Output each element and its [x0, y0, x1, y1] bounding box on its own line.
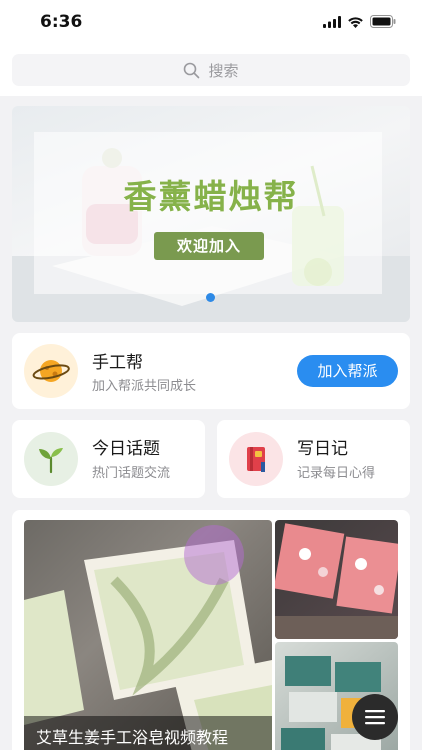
- carousel-dot-active[interactable]: [206, 293, 215, 302]
- group-subtitle: 加入帮派共同成长: [92, 379, 197, 394]
- gallery-section: 艾草生姜手工浴皂视频教程: [12, 510, 410, 750]
- group-card[interactable]: 手工帮 加入帮派共同成长 加入帮派: [12, 333, 410, 409]
- join-group-button[interactable]: 加入帮派: [297, 355, 398, 387]
- group-name: 手工帮: [92, 353, 143, 373]
- notebook-icon: [229, 432, 283, 486]
- gallery-item-2[interactable]: [275, 520, 398, 639]
- floral-soap-photo: [275, 523, 398, 639]
- signal-icon: [323, 15, 341, 28]
- wifi-icon: [348, 16, 363, 28]
- search-placeholder: 搜索: [208, 61, 239, 80]
- diary-subtitle: 记录每日心得: [297, 466, 376, 481]
- topic-card[interactable]: 今日话题 热门话题交流: [12, 420, 205, 498]
- topic-title: 今日话题: [92, 439, 160, 459]
- sprout-icon: [24, 432, 78, 486]
- status-time: 6:36: [40, 12, 83, 32]
- status-icons: [323, 15, 396, 28]
- search-icon: [184, 62, 200, 78]
- planet-icon: [24, 344, 78, 398]
- gallery-caption: 艾草生姜手工浴皂视频教程: [24, 716, 272, 750]
- banner-title: 香薰蜡烛帮: [123, 177, 299, 216]
- diary-title: 写日记: [297, 439, 348, 459]
- header: 搜索: [0, 46, 422, 96]
- banner-join-button[interactable]: 欢迎加入: [154, 232, 264, 260]
- battery-icon: [370, 15, 396, 28]
- hamburger-menu-icon: [365, 710, 385, 725]
- banner-carousel[interactable]: 香薰蜡烛帮 欢迎加入: [12, 106, 410, 322]
- search-bar[interactable]: 搜索: [12, 54, 410, 86]
- menu-fab-button[interactable]: [352, 694, 398, 740]
- diary-card[interactable]: 写日记 记录每日心得: [217, 420, 410, 498]
- status-bar: 6:36: [0, 0, 422, 46]
- topic-subtitle: 热门话题交流: [92, 466, 171, 481]
- gallery-item-main[interactable]: 艾草生姜手工浴皂视频教程: [24, 520, 272, 750]
